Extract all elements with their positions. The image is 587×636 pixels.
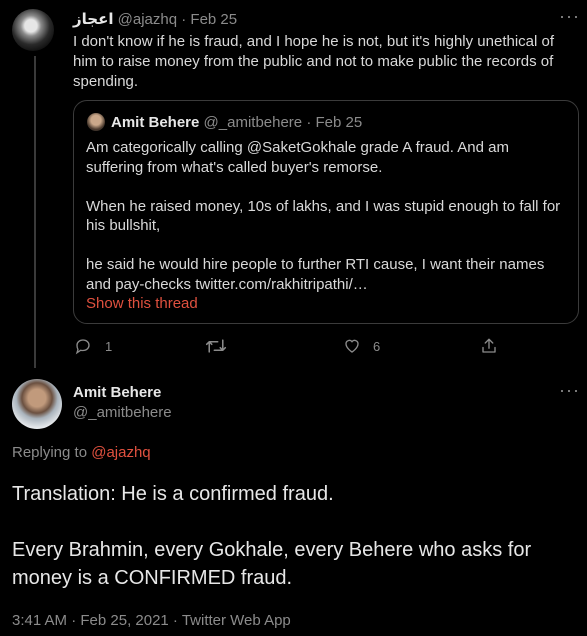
like-button[interactable]: 6 [343, 336, 380, 356]
quoted-tweet-header: Amit Behere @_amitbehere · Feb 25 [111, 114, 362, 131]
author-handle[interactable]: @ajazhq [118, 11, 177, 28]
quoted-paragraph: When he raised money, 10s of lakhs, and … [86, 197, 561, 235]
quoted-tweet-text: Am categorically calling @SaketGokhale g… [86, 138, 568, 314]
replying-to: Replying to @ajazhq [12, 444, 151, 461]
author-handle[interactable]: @_amitbehere [73, 404, 172, 421]
date-separator: · [306, 114, 312, 131]
tweet-date[interactable]: Feb 25 [190, 11, 237, 28]
retweet-icon [205, 337, 227, 355]
tweet-header: اعجاز @ajazhq · Feb 25 [73, 10, 237, 28]
avatar[interactable] [12, 9, 54, 51]
replying-prefix: Replying to [12, 444, 92, 461]
main-tweet-text: Translation: He is a confirmed fraud. Ev… [12, 480, 577, 592]
tweet-text: I don't know if he is fraud, and I hope … [73, 33, 555, 90]
share-button[interactable] [480, 336, 498, 356]
more-options-icon[interactable]: ··· [559, 6, 580, 27]
quoted-tweet[interactable]: Amit Behere @_amitbehere · Feb 25 Am cat… [73, 100, 579, 324]
heart-icon [343, 337, 361, 355]
quoted-paragraph: he said he would hire people to further … [86, 256, 545, 293]
show-thread-link[interactable]: Show this thread [86, 294, 568, 314]
reply-button[interactable]: 1 [74, 336, 112, 356]
date-separator: · [181, 11, 187, 28]
more-options-icon[interactable]: ··· [559, 380, 580, 401]
tweet-paragraph: Translation: He is a confirmed fraud. [12, 483, 334, 505]
avatar [87, 113, 105, 131]
author-name[interactable]: Amit Behere [73, 384, 161, 401]
share-icon [480, 337, 498, 355]
like-count: 6 [373, 338, 381, 354]
quoted-paragraph: Am categorically calling @SaketGokhale g… [86, 139, 509, 176]
tweet-timestamp[interactable]: 3:41 AM · Feb 25, 2021 · Twitter Web App [12, 612, 291, 629]
tweet-date: Feb 25 [315, 114, 363, 131]
thread-connector [34, 56, 36, 368]
author-name: Amit Behere [111, 114, 200, 131]
retweet-button[interactable] [205, 336, 227, 356]
reply-count: 1 [105, 338, 113, 354]
tweet-paragraph: Every Brahmin, every Gokhale, every Behe… [12, 539, 532, 589]
replying-to-link[interactable]: @ajazhq [91, 444, 150, 461]
author-name[interactable]: اعجاز [73, 11, 113, 28]
avatar[interactable] [12, 379, 62, 429]
reply-icon [74, 337, 92, 355]
author-handle: @_amitbehere [203, 114, 303, 131]
